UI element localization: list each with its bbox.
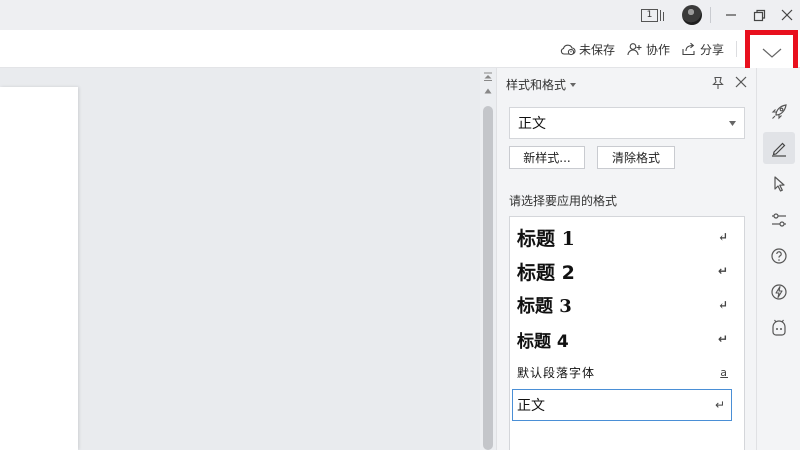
avatar [682,5,702,25]
paragraph-mark-icon: ↵ [714,398,725,412]
lightning-icon [771,284,787,300]
right-sidebar [756,68,800,450]
paragraph-mark-icon: ↵ [717,298,728,312]
close-window-button[interactable] [776,0,798,30]
unsaved-label: 未保存 [579,42,616,57]
sliders-icon [772,213,786,227]
toolbar-divider [736,41,737,57]
restore-button[interactable] [748,0,770,30]
close-panel-icon[interactable] [735,76,747,88]
document-page[interactable] [0,87,78,450]
style-item-normal[interactable]: 正文 ↵ [512,389,732,421]
style-dropdown[interactable]: 正文 [509,107,745,139]
caret-down-icon [570,82,577,87]
rail-settings-button[interactable] [763,204,795,236]
rail-assistant-button[interactable] [763,312,795,344]
rail-rocket-button[interactable] [763,96,795,128]
minimize-icon [726,14,736,16]
pin-icon[interactable] [711,76,725,90]
style-item-heading-4[interactable]: 标题 4 ↵ [510,323,744,355]
help-icon [771,248,787,264]
style-item-default-font[interactable]: 默认段落字体 a [510,357,744,387]
close-icon [781,9,793,21]
style-label: 标题 3 [517,296,572,317]
style-list: 标题 1 ↵ 标题 2 ↵ 标题 3 ↵ 标题 4 ↵ 默认段落字体 a 正文 … [509,216,745,450]
pointer-icon [774,176,785,192]
style-label: 标题 4 [517,331,569,352]
collab-button[interactable]: 协作 [627,30,670,68]
style-item-heading-1[interactable]: 标题 1 ↵ [510,221,744,253]
title-bar: 1 [0,0,800,30]
pen-icon [772,142,786,157]
paragraph-mark-icon: ↵ [717,230,728,244]
scrollbar-thumb[interactable] [483,106,493,450]
character-style-icon: a [720,365,728,379]
style-label: 标题 2 [517,261,575,284]
dropdown-arrow-icon [729,121,736,126]
document-canvas[interactable] [0,68,480,450]
panel-title: 样式和格式 [506,78,567,92]
clear-format-button[interactable]: 清除格式 [597,146,675,169]
avatar-button[interactable] [680,0,704,30]
user-add-icon [627,43,642,56]
share-icon [682,42,695,56]
chevron-down-icon [762,48,781,58]
style-label: 正文 [517,398,545,414]
rail-select-button[interactable] [763,168,795,200]
top-toolbar: 未保存 协作 分享 [0,30,800,68]
page-bars-icon [660,9,664,21]
scroll-top-icon [484,72,492,81]
share-button[interactable]: 分享 [681,30,724,68]
current-style: 正文 [518,116,546,132]
bot-icon [772,319,786,336]
new-style-button[interactable]: 新样式... [509,146,585,169]
scroll-up-icon [484,88,492,94]
rocket-icon [771,104,787,120]
collab-label: 协作 [646,42,671,57]
rail-speed-button[interactable] [763,276,795,308]
rail-pen-button[interactable] [763,132,795,164]
cloud-icon [560,44,576,56]
apply-format-label: 请选择要应用的格式 [509,194,618,208]
style-item-heading-3[interactable]: 标题 3 ↵ [510,289,744,321]
share-label: 分享 [700,42,725,57]
style-item-heading-2[interactable]: 标题 2 ↵ [510,255,744,287]
panel-title-menu[interactable]: 样式和格式 [506,76,577,93]
vertical-scrollbar[interactable] [480,68,496,450]
style-label: 默认段落字体 [517,365,596,380]
titlebar-divider [710,7,711,23]
minimize-button[interactable] [720,0,742,30]
paragraph-mark-icon: ↵ [717,264,728,278]
page-number: 1 [641,8,658,22]
unsaved-button[interactable]: 未保存 [560,30,615,68]
restore-icon [753,9,765,21]
styles-panel: 样式和格式 正文 新样式... 清除格式 请选择要应用的格式 标题 1 ↵ 标题… [496,68,756,450]
paragraph-mark-icon: ↵ [717,332,728,346]
page-indicator[interactable]: 1 [640,0,666,30]
rail-help-button[interactable] [763,240,795,272]
style-label: 标题 1 [517,227,575,250]
